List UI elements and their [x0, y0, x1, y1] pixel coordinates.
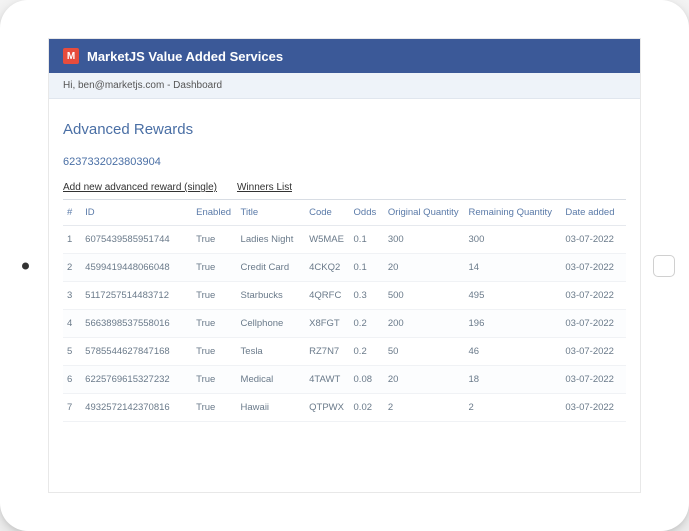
cell-code: RZ7N7: [305, 338, 349, 366]
cell-rq: 46: [465, 338, 562, 366]
cell-oq: 2: [384, 394, 465, 422]
col-original-qty: Original Quantity: [384, 200, 465, 226]
tablet-frame: M MarketJS Value Added Services Hi, ben@…: [0, 0, 689, 531]
cell-id: 5663898537558016: [81, 310, 192, 338]
cell-oq: 500: [384, 282, 465, 310]
cell-enabled: True: [192, 394, 236, 422]
cell-odds: 0.02: [350, 394, 384, 422]
cell-num: 5: [63, 338, 81, 366]
cell-date: 03-07-2022: [561, 226, 626, 254]
col-id: ID: [81, 200, 192, 226]
cell-enabled: True: [192, 310, 236, 338]
app-header: M MarketJS Value Added Services: [49, 39, 640, 73]
cell-id: 5117257514483712: [81, 282, 192, 310]
cell-id: 6075439585951744: [81, 226, 192, 254]
cell-enabled: True: [192, 338, 236, 366]
cell-enabled: True: [192, 254, 236, 282]
breadcrumb: Hi, ben@marketjs.com - Dashboard: [49, 73, 640, 99]
table-row[interactable]: 55785544627847168TrueTeslaRZ7N70.2504603…: [63, 338, 626, 366]
cell-num: 6: [63, 366, 81, 394]
table-row[interactable]: 24599419448066048TrueCredit Card4CKQ20.1…: [63, 254, 626, 282]
cell-code: X8FGT: [305, 310, 349, 338]
cell-date: 03-07-2022: [561, 338, 626, 366]
cell-rq: 196: [465, 310, 562, 338]
cell-odds: 0.1: [350, 254, 384, 282]
cell-title: Tesla: [237, 338, 306, 366]
col-enabled: Enabled: [192, 200, 236, 226]
cell-rq: 495: [465, 282, 562, 310]
brand-logo-icon: M: [63, 48, 79, 64]
action-links: Add new advanced reward (single) Winners…: [63, 182, 626, 193]
cell-enabled: True: [192, 366, 236, 394]
cell-num: 3: [63, 282, 81, 310]
cell-rq: 300: [465, 226, 562, 254]
cell-odds: 0.3: [350, 282, 384, 310]
cell-title: Starbucks: [237, 282, 306, 310]
cell-num: 4: [63, 310, 81, 338]
cell-id: 6225769615327232: [81, 366, 192, 394]
col-num: #: [63, 200, 81, 226]
cell-odds: 0.08: [350, 366, 384, 394]
table-row[interactable]: 66225769615327232TrueMedical4TAWT0.08201…: [63, 366, 626, 394]
cell-title: Ladies Night: [237, 226, 306, 254]
cell-num: 7: [63, 394, 81, 422]
cell-title: Medical: [237, 366, 306, 394]
page-title: Advanced Rewards: [63, 121, 626, 138]
cell-date: 03-07-2022: [561, 282, 626, 310]
cell-rq: 14: [465, 254, 562, 282]
col-remaining-qty: Remaining Quantity: [465, 200, 562, 226]
device-camera-icon: [22, 262, 29, 269]
cell-code: QTPWX: [305, 394, 349, 422]
cell-code: 4CKQ2: [305, 254, 349, 282]
cell-date: 03-07-2022: [561, 310, 626, 338]
col-odds: Odds: [350, 200, 384, 226]
cell-enabled: True: [192, 226, 236, 254]
cell-odds: 0.1: [350, 226, 384, 254]
cell-rq: 2: [465, 394, 562, 422]
cell-title: Credit Card: [237, 254, 306, 282]
table-row[interactable]: 45663898537558016TrueCellphoneX8FGT0.220…: [63, 310, 626, 338]
cell-num: 2: [63, 254, 81, 282]
cell-date: 03-07-2022: [561, 394, 626, 422]
cell-rq: 18: [465, 366, 562, 394]
cell-oq: 50: [384, 338, 465, 366]
cell-code: W5MAE: [305, 226, 349, 254]
app-title: MarketJS Value Added Services: [87, 49, 283, 64]
record-id: 6237332023803904: [63, 156, 626, 168]
cell-date: 03-07-2022: [561, 366, 626, 394]
rewards-table: # ID Enabled Title Code Odds Original Qu…: [63, 199, 626, 422]
cell-code: 4TAWT: [305, 366, 349, 394]
col-date: Date added: [561, 200, 626, 226]
cell-title: Hawaii: [237, 394, 306, 422]
main-content: Advanced Rewards 6237332023803904 Add ne…: [49, 99, 640, 492]
cell-title: Cellphone: [237, 310, 306, 338]
cell-odds: 0.2: [350, 338, 384, 366]
table-header-row: # ID Enabled Title Code Odds Original Qu…: [63, 200, 626, 226]
cell-oq: 300: [384, 226, 465, 254]
cell-date: 03-07-2022: [561, 254, 626, 282]
cell-id: 4599419448066048: [81, 254, 192, 282]
cell-id: 5785544627847168: [81, 338, 192, 366]
cell-id: 4932572142370816: [81, 394, 192, 422]
table-row[interactable]: 74932572142370816TrueHawaiiQTPWX0.022203…: [63, 394, 626, 422]
cell-num: 1: [63, 226, 81, 254]
add-reward-link[interactable]: Add new advanced reward (single): [63, 182, 217, 193]
cell-code: 4QRFC: [305, 282, 349, 310]
cell-oq: 200: [384, 310, 465, 338]
cell-oq: 20: [384, 366, 465, 394]
cell-oq: 20: [384, 254, 465, 282]
winners-list-link[interactable]: Winners List: [237, 182, 292, 193]
col-title: Title: [237, 200, 306, 226]
cell-enabled: True: [192, 282, 236, 310]
table-row[interactable]: 35117257514483712TrueStarbucks4QRFC0.350…: [63, 282, 626, 310]
table-row[interactable]: 16075439585951744TrueLadies NightW5MAE0.…: [63, 226, 626, 254]
device-home-button[interactable]: [653, 255, 675, 277]
col-code: Code: [305, 200, 349, 226]
cell-odds: 0.2: [350, 310, 384, 338]
app-screen: M MarketJS Value Added Services Hi, ben@…: [48, 38, 641, 493]
